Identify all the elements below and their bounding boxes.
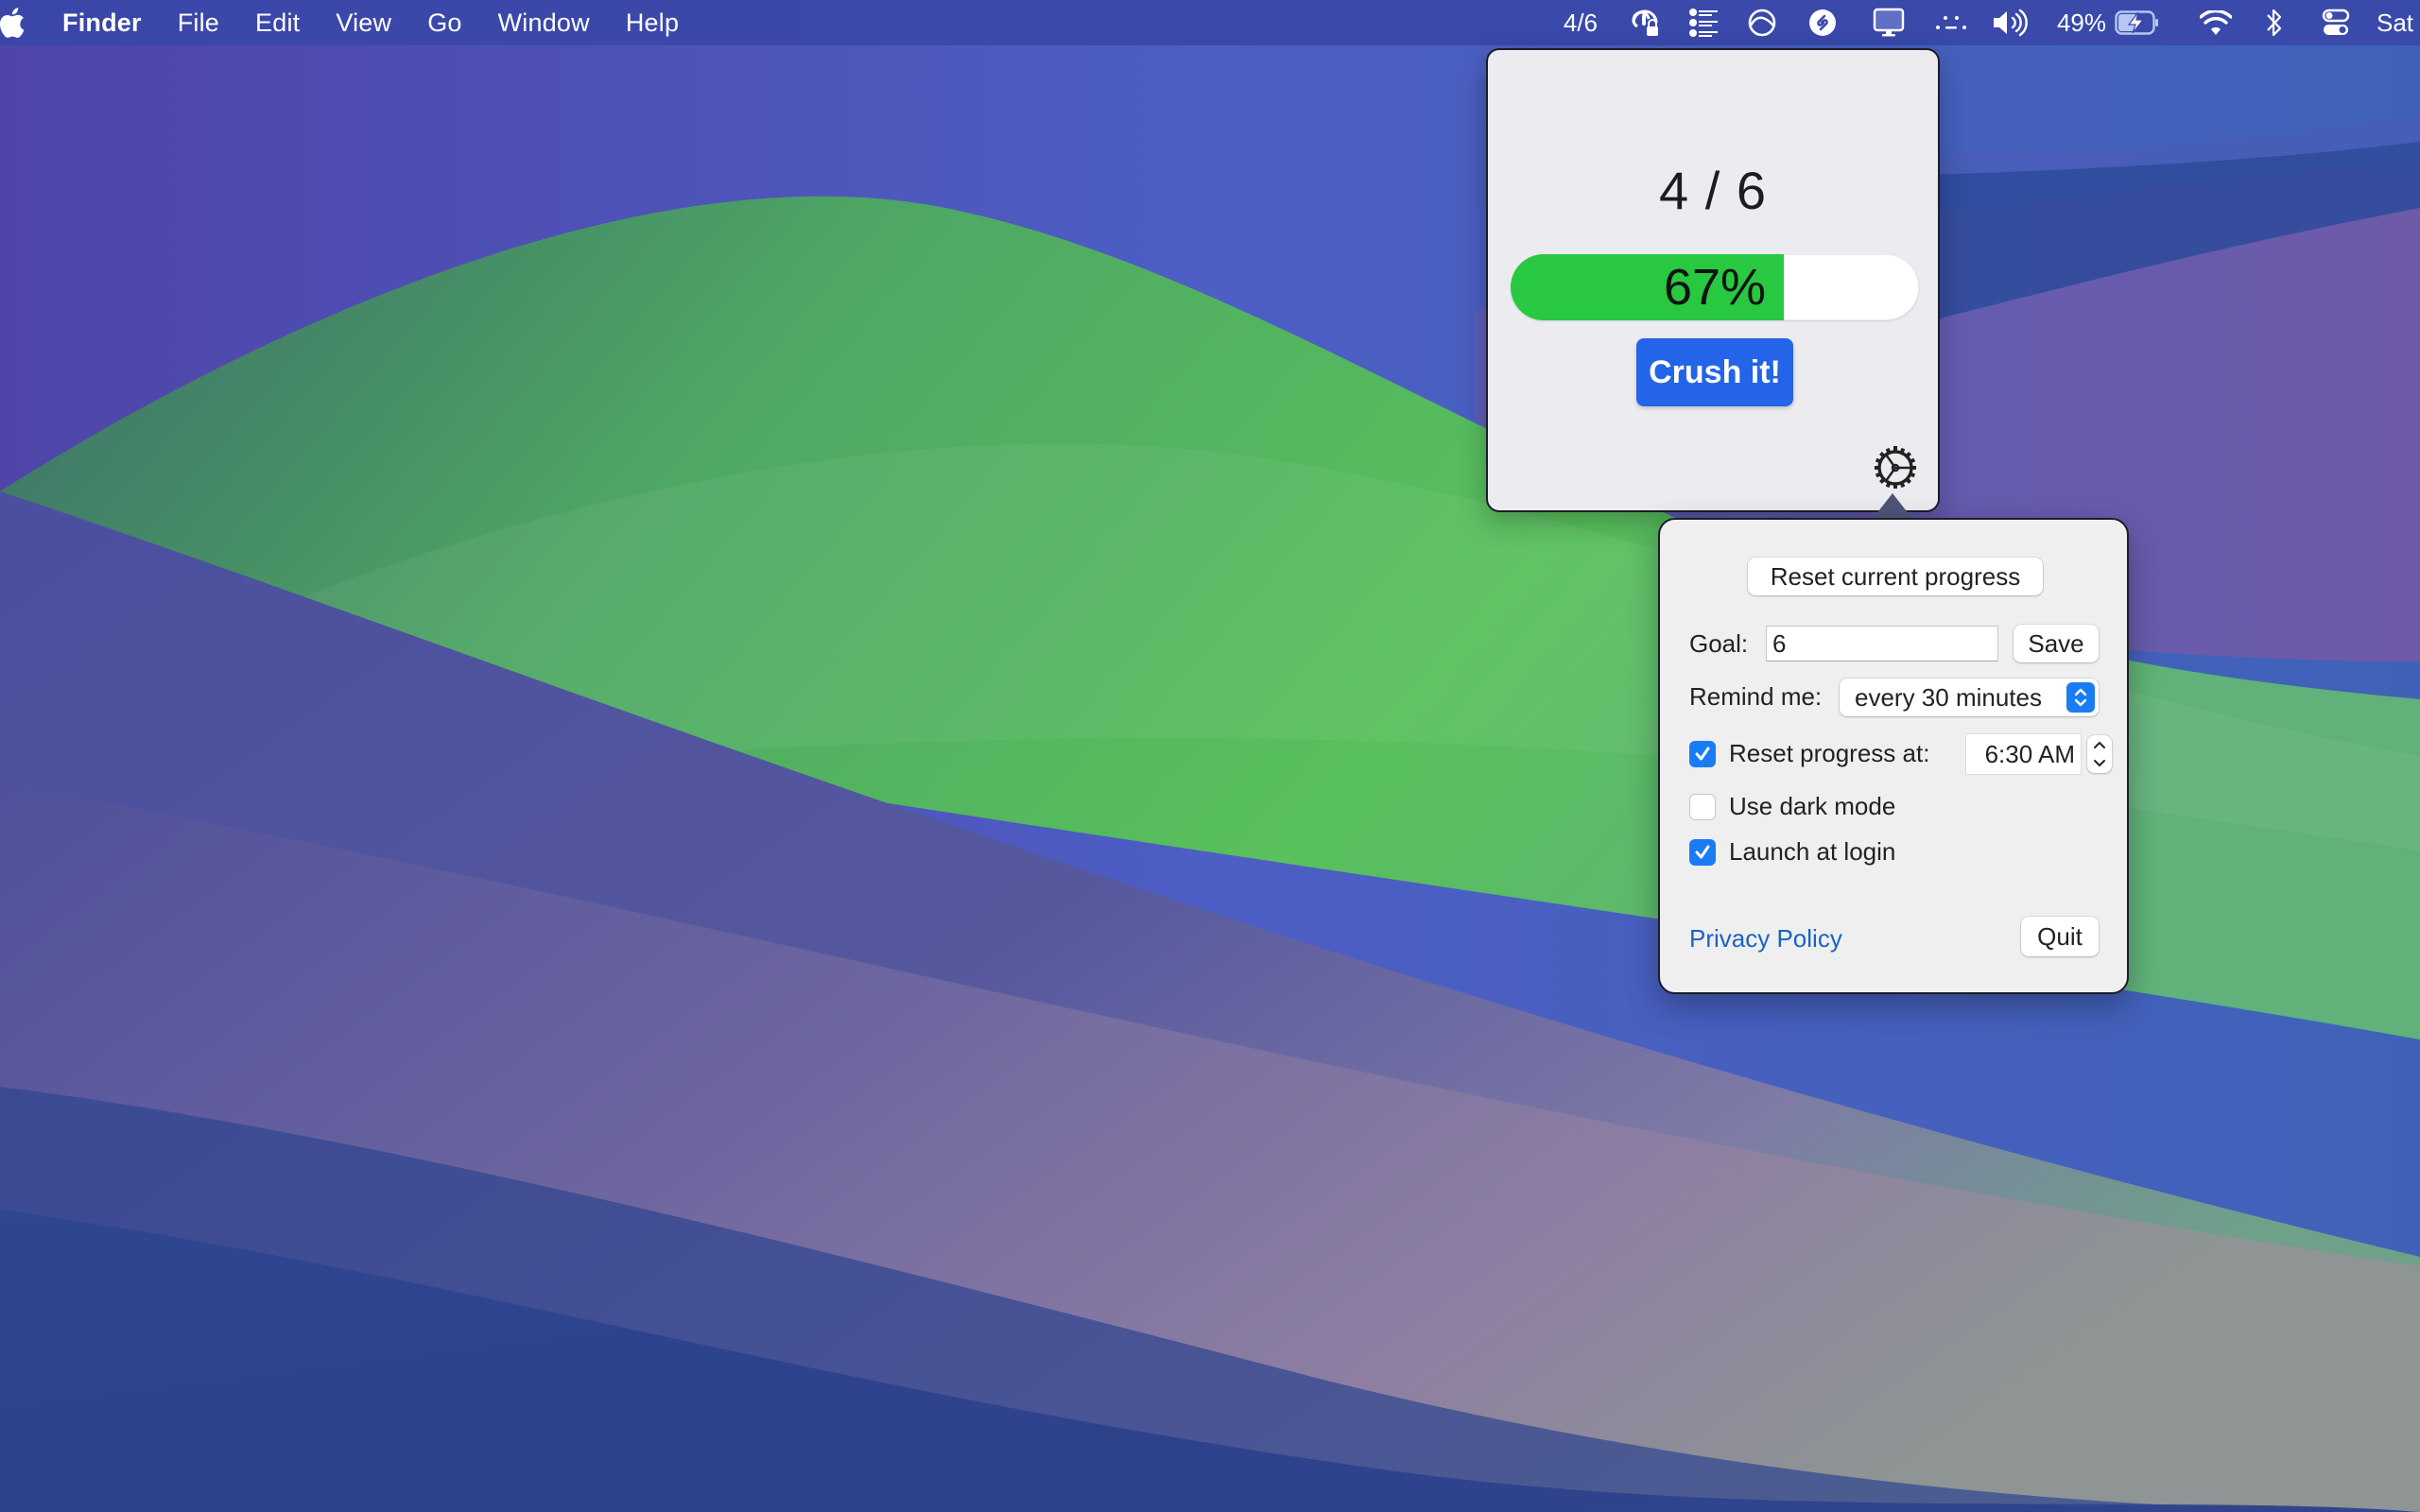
reset-at-label: Reset progress at: — [1729, 739, 1930, 767]
gear-icon — [1873, 445, 1918, 490]
menu-go[interactable]: Go — [427, 9, 461, 38]
control-center-icon[interactable] — [2320, 0, 2352, 45]
goal-input[interactable] — [1766, 626, 1998, 662]
status-app-counter[interactable]: 4/6 — [1552, 0, 1609, 45]
battery-charging-icon[interactable] — [2114, 0, 2161, 45]
reset-at-checkbox[interactable] — [1689, 741, 1716, 767]
dots-icon[interactable] — [1932, 0, 1970, 45]
progress-popover: 4 / 6 67% Crush it! — [1486, 48, 1940, 512]
launch-login-checkbox[interactable] — [1689, 839, 1716, 866]
progress-count: 4 / 6 — [1659, 161, 1767, 220]
shazam-icon[interactable] — [1804, 0, 1841, 45]
quit-button[interactable]: Quit — [2021, 917, 2099, 956]
volume-icon[interactable] — [1991, 0, 2031, 45]
wifi-icon[interactable] — [2199, 0, 2233, 45]
vpn-lock-icon[interactable] — [1626, 0, 1664, 45]
menu-view[interactable]: View — [336, 9, 391, 38]
goal-label: Goal: — [1689, 629, 1749, 658]
menubar-clock[interactable]: Sat — [2377, 0, 2420, 45]
apple-logo-icon[interactable] — [0, 7, 28, 39]
menu-finder[interactable]: Finder — [62, 9, 142, 38]
remind-select[interactable]: every 30 minutes — [1840, 679, 2099, 716]
menu-help[interactable]: Help — [626, 9, 679, 38]
list-icon[interactable] — [1685, 0, 1722, 45]
stepper-up-icon[interactable] — [2092, 740, 2107, 749]
popover-arrow — [1872, 493, 1913, 520]
reset-time-field[interactable]: 6:30 AM — [1965, 733, 2082, 775]
remind-select-value: every 30 minutes — [1855, 682, 2042, 712]
dark-mode-label: Use dark mode — [1729, 792, 1896, 820]
privacy-policy-link[interactable]: Privacy Policy — [1689, 924, 1842, 954]
progress-bar: 67% — [1511, 254, 1919, 320]
istat-icon[interactable] — [1743, 0, 1781, 45]
save-button[interactable]: Save — [2014, 625, 2099, 662]
menu-file[interactable]: File — [178, 9, 219, 38]
settings-button[interactable] — [1872, 444, 1919, 491]
stepper-down-icon[interactable] — [2092, 759, 2107, 768]
battery-percent[interactable]: 49% — [2057, 0, 2106, 45]
dark-mode-checkbox[interactable] — [1689, 794, 1716, 820]
crush-it-button[interactable]: Crush it! — [1636, 338, 1793, 406]
remind-label: Remind me: — [1689, 682, 1823, 711]
chevron-up-down-icon — [2066, 682, 2095, 713]
display-icon[interactable] — [1870, 0, 1908, 45]
progress-percent-label: 67% — [1663, 259, 1767, 316]
menu-edit[interactable]: Edit — [255, 9, 300, 38]
time-stepper[interactable] — [2087, 735, 2112, 773]
bluetooth-icon[interactable] — [2263, 0, 2286, 45]
launch-login-label: Launch at login — [1729, 837, 1896, 866]
menu-bar: Finder File Edit View Go Window Help 4/6… — [0, 0, 2420, 45]
reset-progress-button[interactable]: Reset current progress — [1748, 558, 2043, 595]
settings-popover: Reset current progress Goal: Save Remind… — [1658, 518, 2129, 994]
menu-window[interactable]: Window — [498, 9, 590, 38]
